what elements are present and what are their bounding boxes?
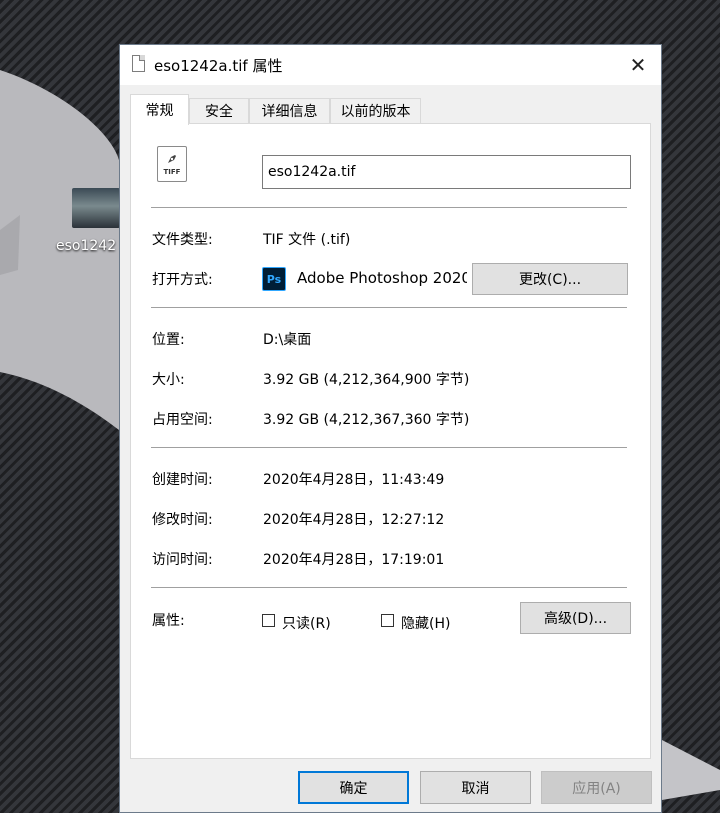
ok-button[interactable]: 确定 [298, 771, 409, 804]
modified-label: 修改时间: [152, 512, 213, 528]
separator [151, 447, 627, 448]
properties-dialog: eso1242a.tif 属性 ✕ 常规 安全 详细信息 以前的版本 TIFF … [119, 44, 662, 813]
location-label: 位置: [152, 332, 185, 348]
created-label: 创建时间: [152, 472, 213, 488]
separator [151, 587, 627, 588]
file-type-tag: TIFF [163, 168, 181, 176]
desktop-file-thumbnail[interactable] [72, 188, 120, 228]
accessed-label: 访问时间: [152, 552, 213, 568]
title-bar[interactable]: eso1242a.tif 属性 ✕ [120, 45, 661, 85]
disk-size-value: 3.92 GB (4,212,367,360 字节) [263, 412, 470, 428]
separator [151, 307, 627, 308]
apply-button[interactable]: 应用(A) [541, 771, 652, 804]
file-type-label: 文件类型: [152, 232, 213, 248]
desktop-file-label[interactable]: eso1242 [56, 238, 116, 254]
size-label: 大小: [152, 372, 185, 388]
window-title: eso1242a.tif 属性 [154, 57, 283, 75]
size-value: 3.92 GB (4,212,364,900 字节) [263, 372, 470, 388]
cancel-button[interactable]: 取消 [420, 771, 531, 804]
tab-general[interactable]: 常规 [130, 94, 189, 125]
advanced-button[interactable]: 高级(D)... [520, 602, 631, 634]
hidden-label[interactable]: 隐藏(H) [401, 613, 450, 633]
disk-size-label: 占用空间: [152, 412, 213, 428]
readonly-label[interactable]: 只读(R) [282, 613, 331, 633]
accessed-value: 2020年4月28日，17:19:01 [263, 552, 445, 568]
tab-details[interactable]: 详细信息 [249, 98, 330, 123]
general-tab-panel: TIFF 文件类型: TIF 文件 (.tif) 打开方式: Ps Adobe … [130, 123, 651, 759]
open-with-label: 打开方式: [152, 272, 213, 288]
hidden-checkbox[interactable] [381, 614, 394, 627]
created-value: 2020年4月28日，11:43:49 [263, 472, 445, 488]
attributes-label: 属性: [152, 613, 185, 629]
tiff-file-icon: TIFF [157, 146, 187, 182]
open-with-app: Adobe Photoshop 2020 [297, 269, 467, 287]
file-name-input[interactable] [262, 155, 631, 189]
modified-value: 2020年4月28日，12:27:12 [263, 512, 445, 528]
location-value: D:\桌面 [263, 332, 312, 348]
tab-previous-versions[interactable]: 以前的版本 [330, 98, 421, 123]
readonly-checkbox[interactable] [262, 614, 275, 627]
document-icon [132, 55, 145, 72]
close-button[interactable]: ✕ [615, 45, 661, 85]
change-app-button[interactable]: 更改(C)... [472, 263, 628, 295]
file-type-value: TIF 文件 (.tif) [263, 232, 351, 248]
tab-security[interactable]: 安全 [189, 98, 249, 123]
photoshop-icon: Ps [262, 267, 286, 291]
separator [151, 207, 627, 208]
